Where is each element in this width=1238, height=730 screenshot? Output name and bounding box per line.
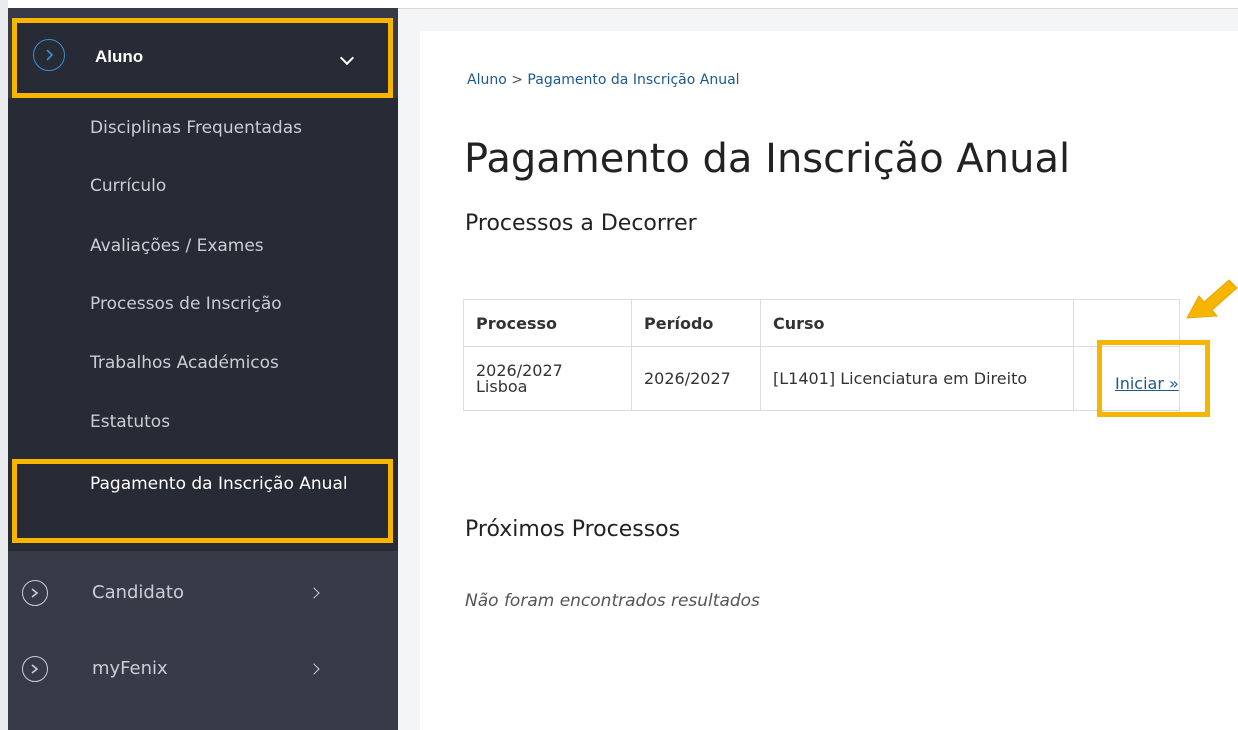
iniciar-link[interactable]: Iniciar » xyxy=(1115,374,1179,393)
chevron-down-icon xyxy=(339,50,355,66)
sidebar-section-candidato[interactable]: Candidato xyxy=(8,556,398,632)
table-row: 2026/2027 Lisboa 2026/2027 [L1401] Licen… xyxy=(463,346,1180,411)
table-header-row: Processo Período Curso xyxy=(463,299,1180,347)
circle-chevron-icon xyxy=(22,656,48,682)
cell-curso: [L1401] Licenciatura em Direito xyxy=(760,346,1074,411)
sidebar-section-label: Candidato xyxy=(92,582,184,603)
sidebar-section-label: myFenix xyxy=(92,658,168,679)
sidebar-item-estatutos[interactable]: Estatutos xyxy=(90,412,170,432)
breadcrumb-current[interactable]: Pagamento da Inscrição Anual xyxy=(527,72,739,88)
processo-name: 2026/2027 Lisboa xyxy=(476,360,563,396)
column-header-processo: Processo xyxy=(463,299,632,347)
cell-periodo: 2026/2027 xyxy=(631,346,761,411)
breadcrumb-separator: > xyxy=(511,72,523,88)
sidebar-item-pagamento[interactable]: Pagamento da Inscrição Anual xyxy=(12,459,393,543)
circle-chevron-icon xyxy=(33,39,65,71)
section-title-next: Próximos Processos xyxy=(465,517,681,542)
column-header-curso: Curso xyxy=(760,299,1074,347)
sidebar-item-pagamento-label: Pagamento da Inscrição Anual xyxy=(90,474,348,494)
sidebar-section-aluno[interactable]: Aluno xyxy=(12,18,393,98)
page-title: Pagamento da Inscrição Anual xyxy=(464,136,1071,182)
section-title-current: Processos a Decorrer xyxy=(465,211,697,236)
cell-processo: 2026/2027 Lisboa xyxy=(463,346,632,411)
sidebar-item-trabalhos[interactable]: Trabalhos Académicos xyxy=(90,353,279,373)
content-gutter xyxy=(398,9,420,730)
chevron-right-icon xyxy=(308,663,320,675)
breadcrumb-link-aluno[interactable]: Aluno xyxy=(467,72,507,88)
breadcrumb: Aluno > Pagamento da Inscrição Anual xyxy=(467,72,740,88)
sidebar-item-processos-inscricao[interactable]: Processos de Inscrição xyxy=(90,294,282,314)
empty-results-text: Não foram encontrados resultados xyxy=(465,591,760,611)
sidebar-section-label: Aluno xyxy=(95,47,144,66)
circle-chevron-icon xyxy=(22,580,48,606)
content-gutter xyxy=(398,9,1238,31)
page-edge xyxy=(0,0,8,730)
sidebar: Aluno Disciplinas Frequentadas Currículo… xyxy=(8,8,398,730)
arrow-icon xyxy=(1186,279,1238,319)
column-header-periodo: Período xyxy=(631,299,761,347)
chevron-right-icon xyxy=(308,587,320,599)
sidebar-item-curriculo[interactable]: Currículo xyxy=(90,176,166,196)
sidebar-item-avaliacoes[interactable]: Avaliações / Exames xyxy=(90,236,264,256)
sidebar-item-disciplinas[interactable]: Disciplinas Frequentadas xyxy=(90,118,302,138)
sidebar-section-myfenix[interactable]: myFenix xyxy=(8,632,398,708)
processes-table: Processo Período Curso 2026/2027 Lisboa … xyxy=(463,299,1180,411)
